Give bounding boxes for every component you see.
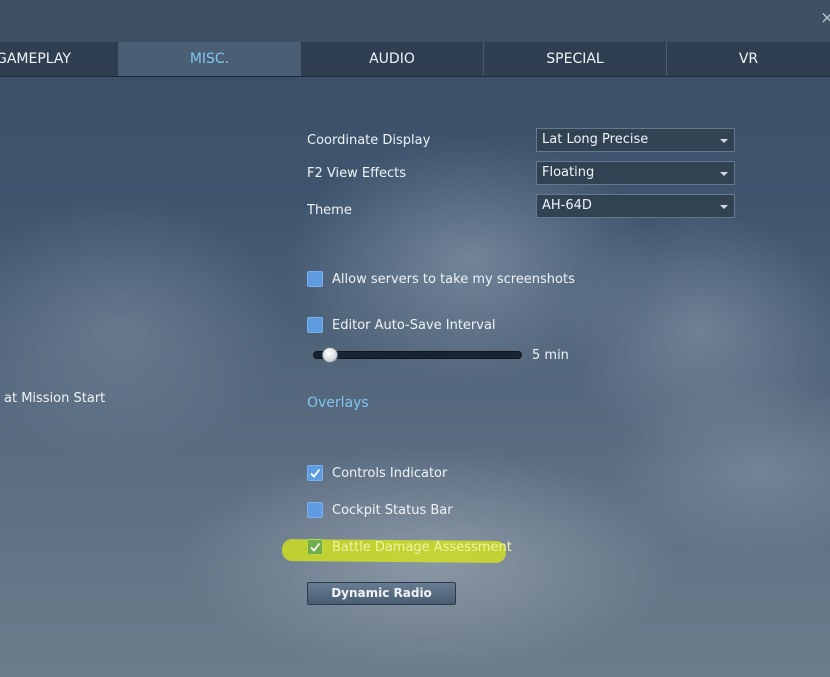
tab-gameplay[interactable]: GAMEPLAY: [0, 42, 119, 76]
autosave-interval-slider[interactable]: [313, 351, 522, 359]
title-bar: [0, 0, 830, 42]
tab-special[interactable]: SPECIAL: [484, 42, 667, 76]
theme-value: AH-64D: [542, 198, 592, 213]
autosave-interval-value: 5 min: [532, 348, 569, 363]
theme-label: Theme: [307, 203, 352, 218]
checkmark-icon: [310, 468, 321, 478]
f2-view-effects-label: F2 View Effects: [307, 166, 407, 181]
coordinate-display-value: Lat Long Precise: [542, 132, 649, 147]
allow-screenshots-checkbox[interactable]: [307, 271, 323, 287]
chevron-down-icon: [720, 172, 728, 176]
coordinate-display-label: Coordinate Display: [307, 133, 431, 148]
battle-damage-assessment-checkbox[interactable]: [307, 539, 323, 555]
checkmark-icon: [310, 542, 321, 552]
f2-view-effects-select[interactable]: Floating: [536, 161, 735, 185]
allow-screenshots-label: Allow servers to take my screenshots: [332, 272, 575, 287]
coordinate-display-select[interactable]: Lat Long Precise: [536, 128, 735, 152]
editor-autosave-label: Editor Auto-Save Interval: [332, 318, 496, 333]
cockpit-status-bar-checkbox[interactable]: [307, 502, 323, 518]
controls-indicator-label: Controls Indicator: [332, 466, 448, 481]
editor-autosave-checkbox[interactable]: [307, 317, 323, 333]
f2-view-effects-value: Floating: [542, 165, 595, 180]
chevron-down-icon: [720, 139, 728, 143]
partial-left-label: at Mission Start: [4, 391, 106, 406]
theme-select[interactable]: AH-64D: [536, 194, 735, 218]
dynamic-radio-button[interactable]: Dynamic Radio: [307, 582, 456, 605]
settings-tab-bar: GAMEPLAY MISC. AUDIO SPECIAL VR: [0, 42, 830, 77]
battle-damage-assessment-label: Battle Damage Assessment: [332, 540, 512, 555]
close-icon[interactable]: ×: [820, 8, 830, 28]
cockpit-status-bar-label: Cockpit Status Bar: [332, 503, 453, 518]
tab-audio[interactable]: AUDIO: [301, 42, 484, 76]
tab-vr[interactable]: VR: [667, 42, 830, 76]
chevron-down-icon: [720, 205, 728, 209]
overlays-section-title: Overlays: [307, 395, 369, 411]
tab-misc[interactable]: MISC.: [119, 42, 301, 76]
controls-indicator-checkbox[interactable]: [307, 465, 323, 481]
slider-handle[interactable]: [322, 347, 338, 363]
